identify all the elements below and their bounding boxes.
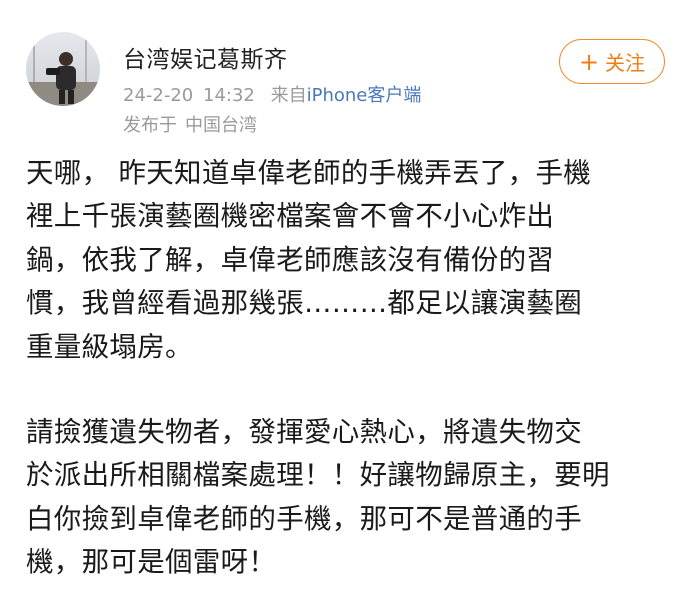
text-line: 請撿獲遺失物者，發揮愛心熱心，將遺失物交 (26, 416, 582, 449)
text-line: 鍋，依我了解，卓偉老師應該沒有備份的習 (26, 243, 555, 276)
client-name[interactable]: iPhone客户端 (307, 85, 422, 106)
text-line: 白你撿到卓偉老師的手機，那可不是普通的手 (26, 502, 582, 535)
follow-label: 关注 (605, 51, 646, 75)
plus-icon: + (578, 47, 600, 76)
location-name: 中国台湾 (185, 115, 257, 136)
post-time: 14:32 (203, 85, 255, 106)
client-prefix: 来自 (270, 85, 307, 106)
text-line: 重量級塌房。 (26, 330, 193, 363)
text-line: 機，那可是個雷呀！ (26, 546, 277, 579)
avatar-photo (26, 32, 100, 106)
location-prefix: 发布于 (123, 115, 177, 136)
author-name[interactable]: 台湾娱记葛斯齐 (123, 40, 288, 74)
text-line: 裡上千張演藝圈機密檔案會不會不小心炸出 (26, 200, 555, 233)
post-location: 发布于 中国台湾 (123, 111, 257, 137)
text-line: 天哪， 昨天知道卓偉老師的手機弄丟了，手機 (26, 157, 592, 189)
paragraph-2: 請撿獲遺失物者，發揮愛心熱心，將遺失物交 於派出所相關檔案處理！！好讓物歸原主，… (26, 411, 666, 585)
paragraph-1: 天哪， 昨天知道卓偉老師的手機弄丟了，手機 裡上千張演藝圈機密檔案會不會不小心炸… (26, 152, 666, 369)
weibo-post: 台湾娱记葛斯齐 24-2-20 14:32 来自iPhone客户端 发布于 中国台… (0, 0, 690, 600)
text-line: 於派出所相關檔案處理！！好讓物歸原主，要明 (26, 459, 610, 492)
post-client[interactable]: 来自iPhone客户端 (271, 85, 422, 106)
follow-button[interactable]: + 关注 (559, 39, 665, 84)
post-body: 天哪， 昨天知道卓偉老師的手機弄丟了，手機 裡上千張演藝圈機密檔案會不會不小心炸… (26, 152, 666, 585)
avatar[interactable] (26, 32, 100, 106)
text-line: 慣，我曾經看過那幾張………都足以讓演藝圈 (26, 287, 582, 320)
post-date: 24-2-20 (123, 85, 194, 106)
post-meta: 24-2-20 14:32 来自iPhone客户端 (123, 81, 421, 107)
